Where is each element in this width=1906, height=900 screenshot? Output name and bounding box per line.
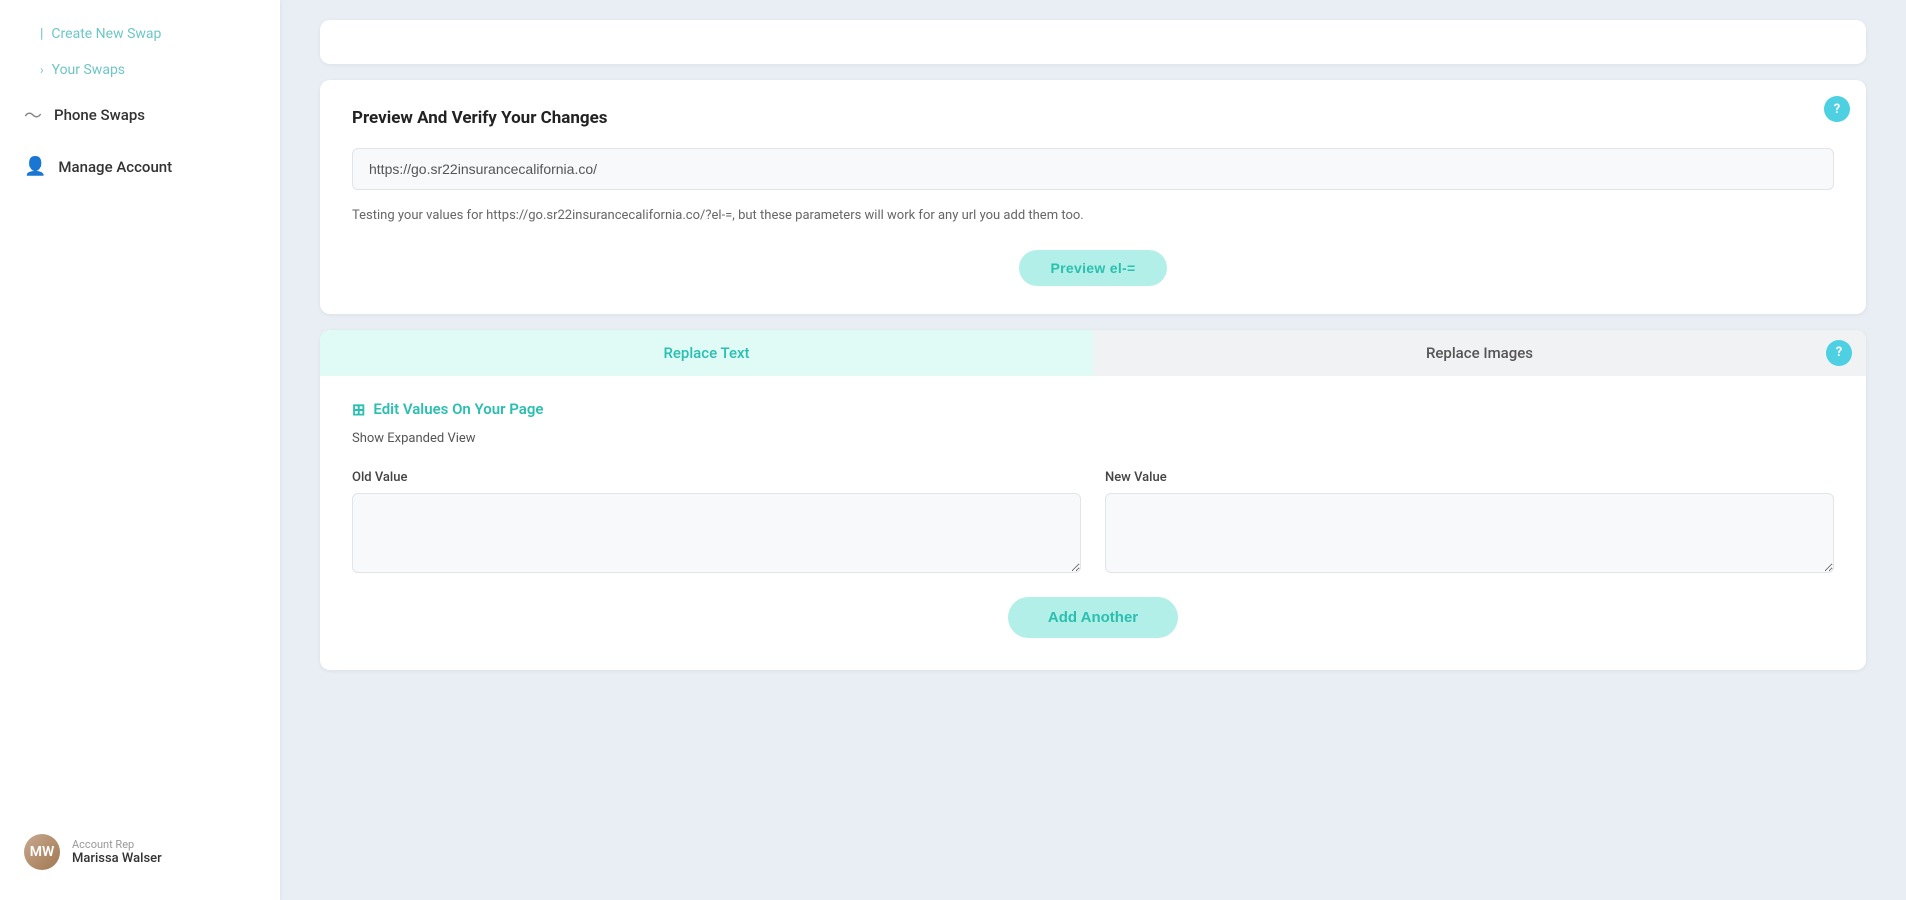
preview-card: ? Preview And Verify Your Changes Testin…: [320, 80, 1866, 314]
preview-help-icon[interactable]: ?: [1824, 96, 1850, 122]
avatar-image: MW: [24, 834, 60, 870]
preview-note: Testing your values for https://go.sr22i…: [352, 206, 1834, 226]
edit-values-title[interactable]: ⊞ Edit Values On Your Page: [352, 400, 1834, 419]
tab-replace-text-label: Replace Text: [663, 344, 749, 362]
edit-icon: ⊞: [352, 400, 365, 419]
sidebar-item-manage-account[interactable]: 👤 Manage Account: [0, 142, 280, 191]
sidebar-item-phone-swaps[interactable]: 〜 Phone Swaps: [0, 88, 280, 142]
user-icon: 👤: [24, 156, 46, 177]
values-row: Old Value New Value: [352, 470, 1834, 573]
tab-replace-text[interactable]: Replace Text: [320, 330, 1093, 376]
tab-replace-images-label: Replace Images: [1426, 344, 1533, 362]
account-name: Marissa Walser: [72, 851, 162, 866]
sidebar-item-create-new-swap[interactable]: | Create New Swap: [0, 16, 280, 52]
plus-icon: |: [40, 26, 43, 42]
account-rep-label: Account Rep: [72, 838, 162, 851]
phone-swaps-icon: 〜: [24, 102, 42, 128]
tab-replace-images[interactable]: Replace Images: [1093, 330, 1866, 376]
create-new-swap-label: Create New Swap: [51, 26, 161, 42]
old-value-label: Old Value: [352, 470, 1081, 485]
replace-card: Replace Text Replace Images ? ⊞ Edit Val…: [320, 330, 1866, 670]
old-value-textarea[interactable]: [352, 493, 1081, 573]
replace-content: ⊞ Edit Values On Your Page Show Expanded…: [320, 376, 1866, 670]
avatar: MW: [24, 834, 60, 870]
preview-button[interactable]: Preview el-=: [1019, 250, 1168, 286]
new-value-textarea[interactable]: [1105, 493, 1834, 573]
your-swaps-label: Your Swaps: [52, 62, 125, 78]
new-value-col: New Value: [1105, 470, 1834, 573]
show-expanded-toggle[interactable]: Show Expanded View: [352, 431, 1834, 446]
account-info: Account Rep Marissa Walser: [72, 838, 162, 866]
sidebar-item-your-swaps[interactable]: › Your Swaps: [0, 52, 280, 88]
main-content: ? Preview And Verify Your Changes Testin…: [280, 0, 1906, 900]
new-value-label: New Value: [1105, 470, 1834, 485]
url-input[interactable]: [352, 148, 1834, 190]
replace-help-icon[interactable]: ?: [1826, 340, 1852, 366]
account-section: MW Account Rep Marissa Walser: [0, 820, 280, 884]
preview-card-title: Preview And Verify Your Changes: [352, 108, 1834, 128]
edit-values-label: Edit Values On Your Page: [373, 400, 543, 418]
chevron-right-icon: ›: [40, 63, 44, 77]
phone-swaps-label: Phone Swaps: [54, 106, 145, 124]
manage-account-label: Manage Account: [58, 158, 172, 176]
top-partial-card: [320, 20, 1866, 64]
sidebar: | Create New Swap › Your Swaps 〜 Phone S…: [0, 0, 280, 900]
old-value-col: Old Value: [352, 470, 1081, 573]
replace-tabs: Replace Text Replace Images ?: [320, 330, 1866, 376]
add-another-button[interactable]: Add Another: [1008, 597, 1178, 638]
